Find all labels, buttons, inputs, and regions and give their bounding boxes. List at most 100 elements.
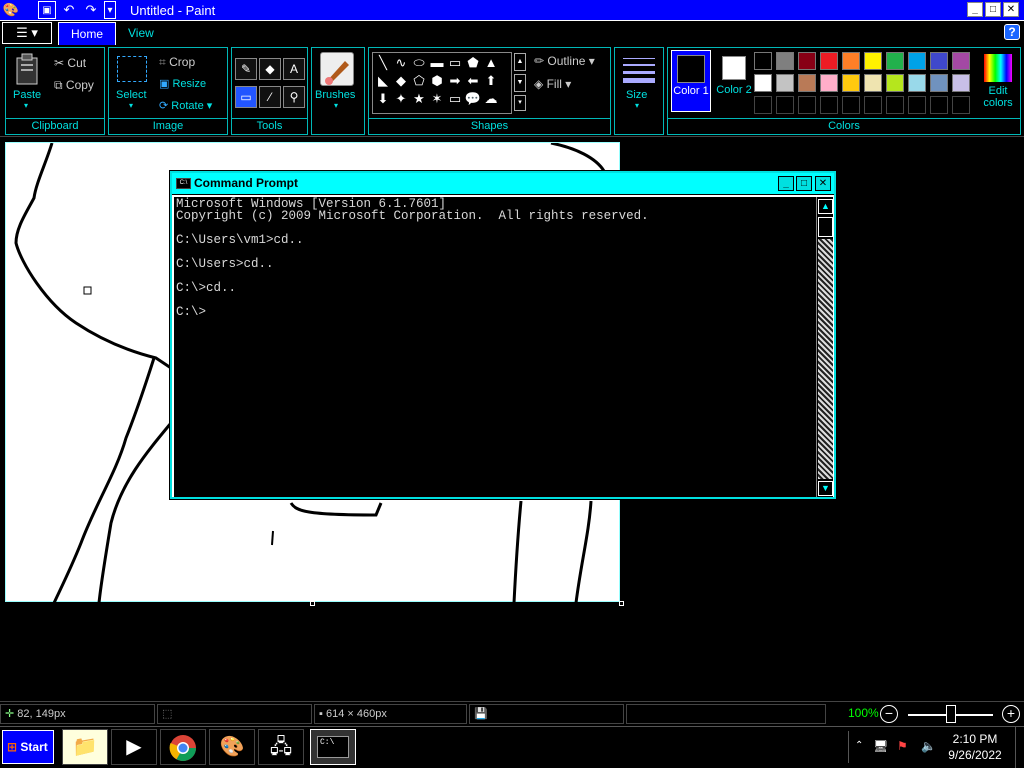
eraser-icon[interactable]: ▭ [235,86,257,108]
custom-color-slot[interactable] [930,96,948,114]
palette-swatch[interactable] [798,74,816,92]
cmd-close-button[interactable]: ✕ [815,176,831,191]
select-button[interactable]: Select [116,89,147,101]
magnifier-icon[interactable]: ⚲ [283,86,305,108]
tab-home[interactable]: Home [58,22,117,45]
save-icon[interactable]: ▣ [38,1,56,19]
pencil-icon[interactable]: ✎ [235,58,257,80]
rounded-rectangle-shape-icon[interactable]: ▭ [446,54,464,72]
up-arrow-shape-icon[interactable]: ⬆ [482,72,500,90]
tab-view[interactable]: View [116,22,166,45]
console-scroll-down-icon[interactable]: ▼ [818,481,833,496]
console-scroll-track[interactable] [818,239,833,479]
palette-swatch[interactable] [776,52,794,70]
four-point-star-shape-icon[interactable]: ✦ [392,90,410,108]
color1-button[interactable]: Color 1 [671,50,711,112]
chrome-taskbar-icon[interactable] [160,729,206,765]
show-desktop-button[interactable] [1015,727,1024,768]
paint-taskbar-icon[interactable]: 🎨 [209,729,255,765]
palette-swatch[interactable] [952,74,970,92]
command-prompt-title-bar[interactable]: C:\ Command Prompt _ □ ✕ [172,173,834,195]
shapes-scroll-down-icon[interactable]: ▼ [514,74,526,92]
custom-color-slot[interactable] [908,96,926,114]
zoom-out-icon[interactable]: − [880,705,898,723]
palette-swatch[interactable] [842,52,860,70]
pentagon-shape-icon[interactable]: ⬠ [410,72,428,90]
palette-swatch[interactable] [776,74,794,92]
action-center-flag-icon[interactable]: ⚑ [897,739,908,753]
palette-swatch[interactable] [908,52,926,70]
six-point-star-shape-icon[interactable]: ✶ [428,90,446,108]
media-player-taskbar-icon[interactable]: ▶ [111,729,157,765]
rectangle-shape-icon[interactable]: ▬ [428,54,446,72]
palette-swatch[interactable] [798,52,816,70]
copy-button[interactable]: ⧉ Copy [54,78,94,93]
shapes-scroll-up-icon[interactable]: ▲ [514,53,526,71]
zoom-in-icon[interactable]: + [1002,705,1020,723]
close-button[interactable]: ✕ [1003,2,1019,17]
custom-color-slot[interactable] [754,96,772,114]
custom-color-slot[interactable] [798,96,816,114]
crop-button[interactable]: ⌗ Crop [159,55,195,70]
palette-swatch[interactable] [842,74,860,92]
volume-icon[interactable]: 🔈 [921,739,936,753]
clock[interactable]: 2:10 PM 9/26/2022 [940,731,1010,763]
custom-color-slot[interactable] [952,96,970,114]
palette-swatch[interactable] [908,74,926,92]
help-icon[interactable]: ? [1004,24,1020,40]
canvas-resize-handle-bottom[interactable] [310,601,315,606]
text-icon[interactable]: A [283,58,305,80]
resize-button[interactable]: ▣ Resize [159,77,206,90]
console-scrollbar[interactable]: ▲ ▼ [816,197,833,497]
rotate-button[interactable]: ⟳ Rotate ▾ [159,99,212,112]
zoom-slider-thumb[interactable] [946,705,956,723]
custom-color-slot[interactable] [842,96,860,114]
curve-shape-icon[interactable]: ∿ [392,54,410,72]
paste-dropdown-icon[interactable]: ▾ [24,101,28,110]
palette-swatch[interactable] [864,52,882,70]
cmd-maximize-button[interactable]: □ [796,176,812,191]
fill-bucket-icon[interactable]: ◆ [259,58,281,80]
palette-swatch[interactable] [886,52,904,70]
select-dropdown-icon[interactable]: ▾ [129,101,133,110]
custom-color-slot[interactable] [886,96,904,114]
cloud-shape-icon[interactable]: ☁ [482,90,500,108]
color-picker-icon[interactable]: ⁄ [259,86,281,108]
size-button[interactable]: Size [626,89,647,101]
hexagon-shape-icon[interactable]: ⬢ [428,72,446,90]
palette-swatch[interactable] [820,52,838,70]
paint-menu-button[interactable]: ☰ ▾ [2,22,52,44]
edit-colors-button[interactable]: Edit colors [978,52,1018,114]
maximize-button[interactable]: □ [985,2,1001,17]
network-tray-icon[interactable]: 🖥 [873,739,888,753]
palette-swatch[interactable] [820,74,838,92]
paint-app-icon[interactable]: 🎨 [2,1,20,19]
outline-button[interactable]: ✏ Outline ▾ [534,54,595,68]
minimize-button[interactable]: _ [967,2,983,17]
left-arrow-shape-icon[interactable]: ⬅ [464,72,482,90]
palette-swatch[interactable] [930,74,948,92]
cmd-taskbar-icon[interactable]: C:\ [310,729,356,765]
oval-shape-icon[interactable]: ⬭ [410,54,428,72]
line-shape-icon[interactable]: ╲ [374,54,392,72]
select-icon[interactable] [117,56,147,82]
paste-icon[interactable] [12,52,42,88]
command-prompt-window[interactable]: C:\ Command Prompt _ □ ✕ Microsoft Windo… [170,171,836,499]
polygon-shape-icon[interactable]: ⬟ [464,54,482,72]
console-scroll-up-icon[interactable]: ▲ [818,199,833,214]
paste-button[interactable]: Paste [13,89,41,101]
shapes-more-icon[interactable]: ▾ [514,95,526,111]
undo-icon[interactable]: ↶ [60,1,78,19]
fill-button[interactable]: ◈ Fill ▾ [534,77,571,91]
down-arrow-shape-icon[interactable]: ⬇ [374,90,392,108]
explorer-taskbar-icon[interactable]: 📁 [62,729,108,765]
right-triangle-shape-icon[interactable]: ◣ [374,72,392,90]
palette-swatch[interactable] [952,52,970,70]
color2-button[interactable]: Color 2 [714,50,754,112]
custom-color-slot[interactable] [776,96,794,114]
shapes-scrollbar[interactable]: ▲ ▼ ▾ [514,53,526,113]
right-arrow-shape-icon[interactable]: ➡ [446,72,464,90]
size-icon[interactable] [623,56,655,84]
palette-swatch[interactable] [864,74,882,92]
brush-icon[interactable] [320,52,354,86]
